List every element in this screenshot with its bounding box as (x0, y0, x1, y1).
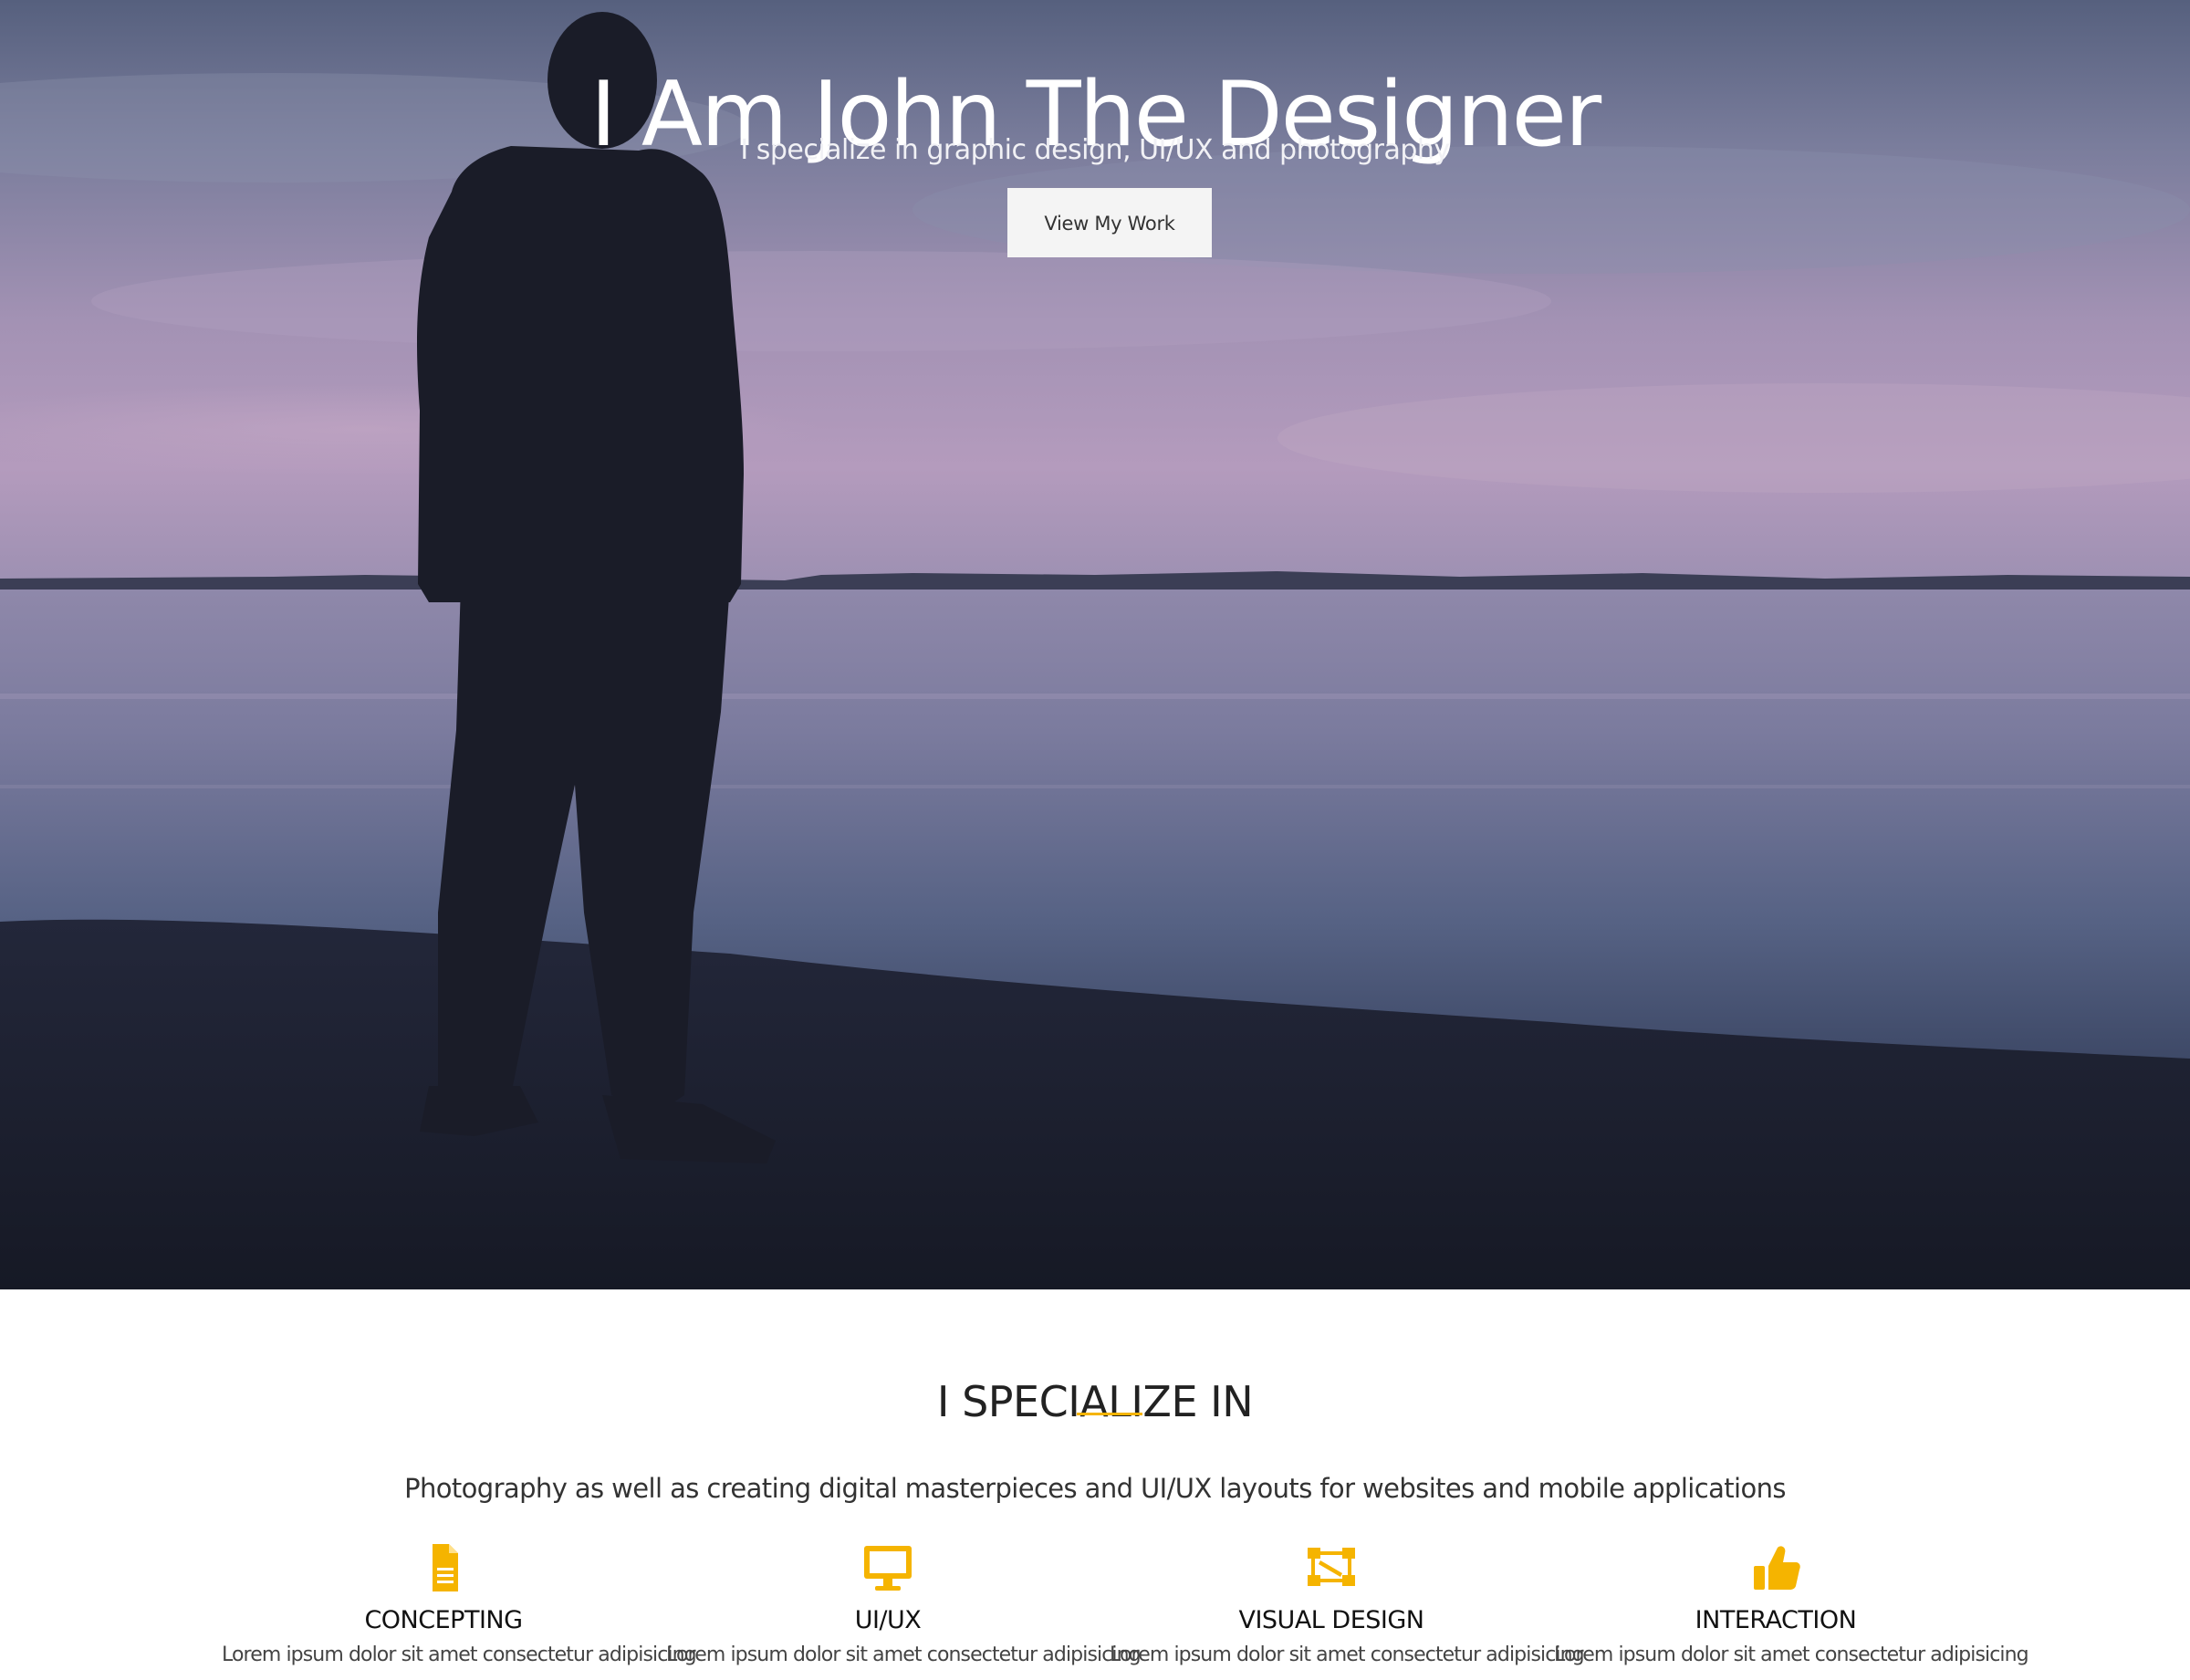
monitor-icon (864, 1546, 912, 1591)
feature-title: INTERACTION (1695, 1606, 1857, 1634)
features-row: CONCEPTING Lorem ipsum dolor sit amet co… (0, 1542, 2190, 1680)
feature-text: Lorem ipsum dolor sit amet consectetur a… (1110, 1643, 1585, 1666)
feature-text: Lorem ipsum dolor sit amet consectetur a… (666, 1643, 1142, 1666)
feature-interaction: INTERACTION Lorem ipsum dolor sit amet c… (1554, 1542, 2029, 1670)
document-icon (433, 1544, 458, 1591)
specialize-description: Photography as well as creating digital … (404, 1473, 1786, 1504)
feature-title: UI/UX (854, 1606, 922, 1634)
feature-text: Lorem ipsum dolor sit amet consectetur a… (222, 1643, 697, 1666)
view-my-work-button[interactable]: View My Work (1007, 188, 1212, 257)
feature-concepting: CONCEPTING Lorem ipsum dolor sit amet co… (222, 1542, 697, 1670)
feature-title: VISUAL DESIGN (1238, 1606, 1424, 1634)
feature-text: Lorem ipsum dolor sit amet consectetur a… (1554, 1643, 2029, 1666)
vector-design-icon (1308, 1548, 1355, 1586)
feature-title: CONCEPTING (364, 1606, 523, 1634)
feature-ui-ux: UI/UX Lorem ipsum dolor sit amet consect… (666, 1542, 1142, 1670)
hero-section: I Am John The Designer I specialize in g… (0, 0, 2190, 1289)
feature-visual-design: VISUAL DESIGN Lorem ipsum dolor sit amet… (1110, 1542, 1585, 1670)
title-underline (1077, 1413, 1142, 1415)
hero-subtitle: I specialize in graphic design, UI/UX an… (740, 134, 1450, 166)
specialize-title: I SPECIALIZE IN (936, 1377, 1254, 1427)
thumbs-up-icon (1754, 1546, 1800, 1590)
